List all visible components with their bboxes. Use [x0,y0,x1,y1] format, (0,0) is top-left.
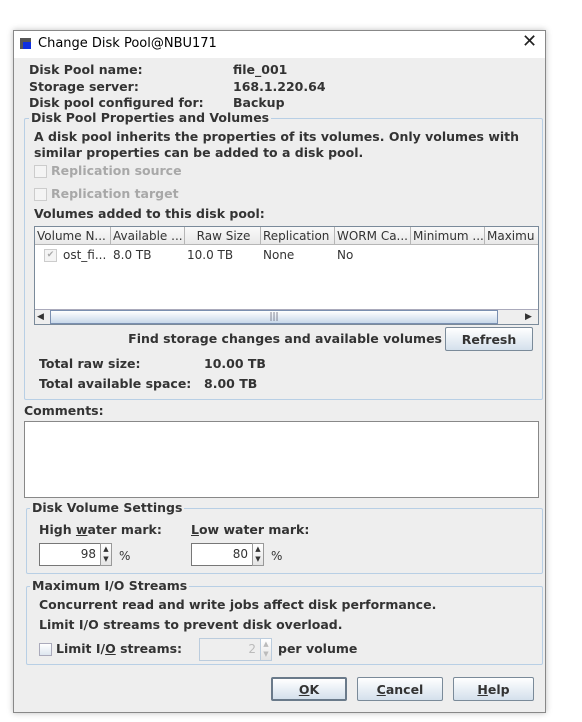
limit-io-streams-checkbox[interactable] [39,643,52,656]
scroll-left-icon[interactable]: ◀ [37,310,44,324]
label-part: High [39,522,76,537]
mnemonic: O [105,641,116,656]
low-water-mark-input[interactable]: 80 [191,543,252,566]
mnemonic: w [75,522,88,537]
mnemonic: L [191,522,199,537]
mnemonic: O [298,682,310,697]
help-button[interactable]: Help [453,677,534,701]
total-raw-size-label: Total raw size: [39,356,141,371]
spinner-arrows-icon[interactable]: ▲ ▼ [252,543,264,566]
io-streams-title: Maximum I/O Streams [30,578,190,594]
volumes-label: Volumes added to this disk pool: [34,206,265,221]
properties-group-title: Disk Pool Properties and Volumes [29,110,272,126]
io-streams-input[interactable]: 2 [199,638,260,661]
window-title: Change Disk Pool@NBU171 [38,36,217,51]
io-description-2: Limit I/O streams to prevent disk overlo… [39,617,343,632]
high-water-mark-label: High water mark: [39,522,162,538]
horizontal-scrollbar[interactable]: ◀ ||| ▶ [35,309,538,324]
low-water-unit: % [271,549,283,563]
io-description-1: Concurrent read and write jobs affect di… [39,597,437,612]
total-raw-size-value: 10.00 TB [204,356,266,371]
disk-volume-settings-title: Disk Volume Settings [30,500,185,516]
comments-label: Comments: [24,403,104,418]
configured-for-label: Disk pool configured for: [29,95,204,110]
spinner-arrows-icon[interactable]: ▲ ▼ [260,638,272,661]
disk-pool-name-label: Disk Pool name: [29,62,143,77]
volume-checkbox[interactable]: ✔ [44,249,57,262]
high-water-mark-input[interactable]: 98 [39,543,100,566]
ok-button[interactable]: OK [271,677,347,701]
label-part: streams: [115,641,183,656]
volumes-table: Volume N... Available ... Raw Size Repli… [34,226,539,325]
app-window-icon [20,38,31,49]
mnemonic: C [376,682,386,697]
properties-description-1: A disk pool inherits the properties of i… [34,129,520,144]
cell-raw-size: 10.0 TB [187,248,234,262]
replication-target-label: Replication target [51,186,179,201]
storage-server-value: 168.1.220.64 [233,79,326,94]
high-water-unit: % [119,549,131,563]
label-part: K [309,682,320,697]
scroll-right-icon[interactable]: ▶ [525,310,532,324]
properties-description-2: similar properties can be added to a dis… [34,145,364,160]
close-icon[interactable]: ✕ [522,33,537,51]
table-row[interactable]: ✔ ost_fi... 8.0 TB 10.0 TB None No [35,227,538,267]
label-part: Limit I/ [56,641,106,656]
per-volume-label: per volume [278,641,358,656]
cell-replication: None [263,248,295,262]
replication-source-checkbox[interactable] [34,165,47,178]
cancel-button[interactable]: Cancel [357,677,443,701]
disk-pool-name-value: file_001 [233,62,288,77]
storage-server-label: Storage server: [29,79,139,94]
cell-worm: No [337,248,354,262]
configured-for-value: Backup [233,95,285,110]
total-available-label: Total available space: [39,376,192,391]
label-part: elp [487,682,510,697]
cell-volume-name: ost_fi... [63,248,107,262]
replication-target-checkbox[interactable] [34,188,47,201]
cell-available: 8.0 TB [113,248,152,262]
label-part: ow water mark: [198,522,310,537]
replication-source-label: Replication source [51,163,182,178]
label-part: ancel [385,682,424,697]
mnemonic: H [477,682,488,697]
spinner-arrows-icon[interactable]: ▲ ▼ [100,543,112,566]
label-part: ater mark: [87,522,162,537]
find-storage-text: Find storage changes and available volum… [128,331,442,346]
low-water-mark-label: Low water mark: [191,522,309,538]
title-bar[interactable]: Change Disk Pool@NBU171 ✕ [14,31,545,58]
comments-textarea[interactable] [24,421,539,498]
refresh-button[interactable]: Refresh [445,327,533,351]
scrollbar-thumb[interactable]: ||| [50,310,498,324]
limit-io-streams-label: Limit I/O streams: [56,641,182,657]
total-available-value: 8.00 TB [204,376,258,391]
